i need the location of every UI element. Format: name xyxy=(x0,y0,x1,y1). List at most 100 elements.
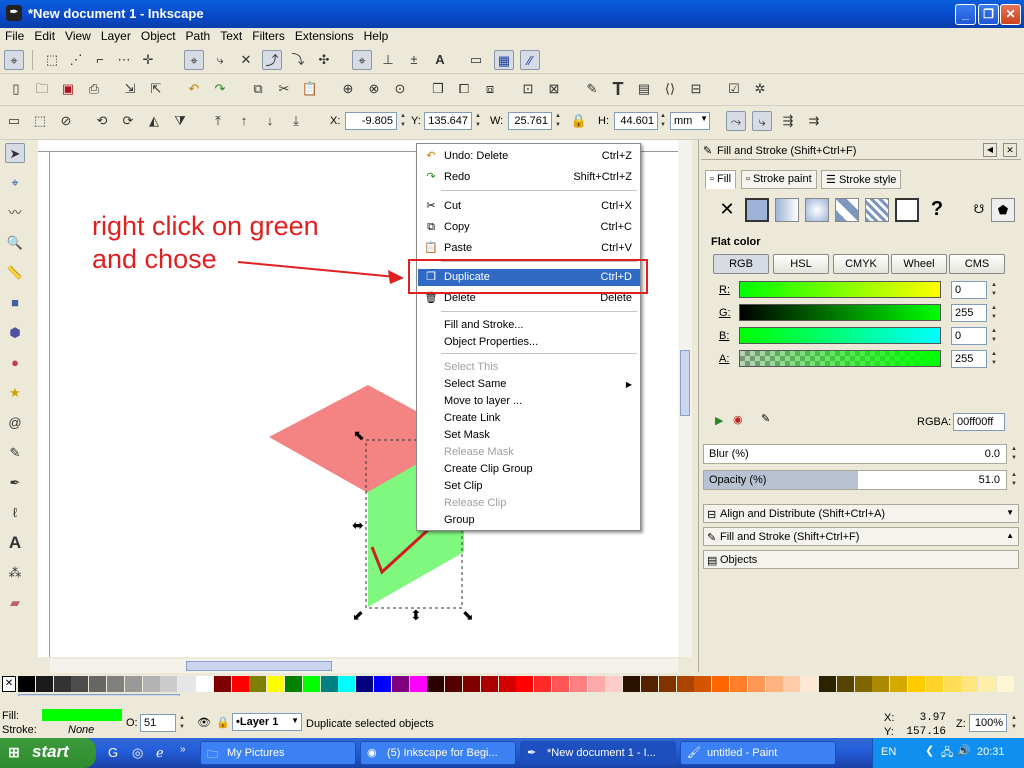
h-spinner[interactable]: ▲ ▼ xyxy=(658,112,668,130)
undo-icon[interactable]: ↶ xyxy=(184,79,204,99)
palette-swatch[interactable] xyxy=(196,676,213,692)
palette-swatch[interactable] xyxy=(89,676,107,692)
menu-item-create-clip-group[interactable]: Create Clip Group xyxy=(418,461,640,478)
clock[interactable]: 20:31 xyxy=(977,746,1005,758)
h-input[interactable]: 44.601 xyxy=(614,112,658,130)
redo-icon[interactable]: ↷ xyxy=(210,79,230,99)
panel-close-button[interactable]: ✕ xyxy=(1003,143,1017,157)
channel-r-slider[interactable] xyxy=(739,281,941,298)
menu-item-select-same[interactable]: Select Same ▶ xyxy=(418,376,640,393)
snap-rotation-center-icon[interactable]: ⊥ xyxy=(378,50,398,70)
measure-tool-icon[interactable]: 📏 xyxy=(5,263,25,283)
channel-g-slider[interactable] xyxy=(739,304,941,321)
paste-icon[interactable]: 📋 xyxy=(300,79,320,99)
snap-smooth-icon[interactable]: ⤴ xyxy=(262,50,282,70)
palette-swatch[interactable] xyxy=(890,676,908,692)
menu-item-set-mask[interactable]: Set Mask xyxy=(418,427,640,444)
palette-swatch[interactable] xyxy=(569,676,587,692)
palette-swatch[interactable] xyxy=(71,676,89,692)
palette-swatch[interactable] xyxy=(747,676,765,692)
palette-swatch[interactable] xyxy=(391,676,409,692)
scale-corners-icon[interactable]: ⤷ xyxy=(752,111,772,131)
menu-file[interactable]: File xyxy=(0,28,29,43)
menu-item-paste[interactable]: 📋 Paste Ctrl+V xyxy=(418,240,640,257)
palette-swatch[interactable] xyxy=(409,676,427,692)
snap-path-icon[interactable]: ⤷ xyxy=(210,50,230,70)
palette-swatch[interactable] xyxy=(427,676,445,692)
snap-bbox-corner-icon[interactable]: ⌐ xyxy=(90,50,110,70)
color-palette[interactable]: ✕ xyxy=(0,676,1024,692)
deselect-icon[interactable]: ⊘ xyxy=(56,111,76,131)
lock-ratio-icon[interactable]: 🔒 xyxy=(569,111,589,131)
snap-page-icon[interactable]: ▭ xyxy=(466,50,486,70)
group-icon[interactable]: ⊡ xyxy=(518,79,538,99)
palette-swatch[interactable] xyxy=(53,676,71,692)
menu-layer[interactable]: Layer xyxy=(96,28,136,43)
no-paint-icon[interactable]: ✕ xyxy=(715,198,739,222)
network-icon[interactable]: 🖧 xyxy=(941,744,953,763)
mode-rgb-button[interactable]: RGB xyxy=(713,254,769,274)
palette-swatch[interactable] xyxy=(498,676,516,692)
palette-swatch[interactable] xyxy=(783,676,801,692)
palette-swatch[interactable] xyxy=(178,676,196,692)
y-input[interactable]: 135.647 xyxy=(424,112,472,130)
palette-swatch[interactable] xyxy=(908,676,925,692)
menu-item-object-properties[interactable]: Object Properties... xyxy=(418,334,640,351)
palette-swatch[interactable] xyxy=(997,676,1014,692)
layer-select[interactable]: •Layer 1 ▼ xyxy=(232,713,302,731)
palette-swatch[interactable] xyxy=(961,676,979,692)
import-icon[interactable]: ⇲ xyxy=(120,79,140,99)
zoom-tool-icon[interactable]: 🔍 xyxy=(5,233,25,253)
eyedropper-icon[interactable]: ✎ xyxy=(761,412,770,425)
palette-swatch[interactable] xyxy=(676,676,694,692)
palette-swatch[interactable] xyxy=(658,676,676,692)
move-pattern-icon[interactable]: ⇉ xyxy=(804,111,824,131)
palette-swatch[interactable] xyxy=(142,676,160,692)
preferences-icon[interactable]: ✲ xyxy=(750,79,770,99)
unknown-paint-icon[interactable]: ? xyxy=(925,198,949,222)
copy-icon[interactable]: ⧉ xyxy=(248,79,268,99)
cut-icon[interactable]: ✂ xyxy=(274,79,294,99)
palette-swatch[interactable] xyxy=(231,676,249,692)
channel-a-slider[interactable] xyxy=(739,350,941,367)
y-spinner[interactable]: ▲ ▼ xyxy=(473,112,483,130)
star-tool-icon[interactable]: ★ xyxy=(5,383,25,403)
export-icon[interactable]: ⇱ xyxy=(146,79,166,99)
palette-swatch[interactable] xyxy=(819,676,836,692)
align-dialog-icon[interactable]: ⊟ xyxy=(686,79,706,99)
close-button[interactable]: ✕ xyxy=(1000,4,1021,25)
snap-bbox-edge-icon[interactable]: ⋰ xyxy=(66,50,86,70)
palette-swatch[interactable] xyxy=(249,676,267,692)
flip-vertical-icon[interactable]: ⧩ xyxy=(170,111,190,131)
channel-g-spinner[interactable]: ▲ ▼ xyxy=(989,304,999,322)
spiral-tool-icon[interactable]: @ xyxy=(5,413,25,433)
menu-item-cut[interactable]: ✂ Cut Ctrl+X xyxy=(418,198,640,215)
menu-item-set-clip[interactable]: Set Clip xyxy=(418,478,640,495)
node-tool-icon[interactable]: ⌖ xyxy=(5,173,25,193)
snap-toggle-icon[interactable]: ⌖ xyxy=(4,50,24,70)
open-folder-icon[interactable]: 🗀 xyxy=(32,79,52,99)
palette-swatch[interactable] xyxy=(320,676,338,692)
task-inkscape[interactable]: ✒ *New document 1 - I... xyxy=(520,741,676,765)
3d-box-tool-icon[interactable]: ⬢ xyxy=(5,323,25,343)
palette-swatch[interactable] xyxy=(552,676,569,692)
volume-icon[interactable]: 🔊 xyxy=(957,744,971,757)
palette-swatch[interactable] xyxy=(107,676,124,692)
zoom-input[interactable]: 100% xyxy=(969,714,1007,732)
eraser-tool-icon[interactable]: ▰ xyxy=(5,593,25,613)
inkscape-app-icon[interactable]: ✒ xyxy=(6,5,22,21)
palette-swatch[interactable] xyxy=(160,676,178,692)
snap-guide-icon[interactable]: ⌖ xyxy=(352,50,372,70)
snap-bbox-icon[interactable]: ⬚ xyxy=(42,50,62,70)
pencil-tool-icon[interactable]: ✎ xyxy=(5,443,25,463)
tweak-tool-icon[interactable]: 〰 xyxy=(5,203,25,223)
flat-color-icon[interactable] xyxy=(745,198,769,222)
task-my-pictures[interactable]: 🗀 My Pictures xyxy=(200,741,356,765)
radial-gradient-icon[interactable] xyxy=(805,198,829,222)
channel-b-input[interactable]: 0 xyxy=(951,327,987,345)
snap-nodes-icon[interactable]: ⌖ xyxy=(184,50,204,70)
mode-cmyk-button[interactable]: CMYK xyxy=(833,254,889,274)
palette-swatch[interactable] xyxy=(35,676,53,692)
channel-g-input[interactable]: 255 xyxy=(951,304,987,322)
opacity-spinner[interactable]: ▲ ▼ xyxy=(1009,471,1019,489)
